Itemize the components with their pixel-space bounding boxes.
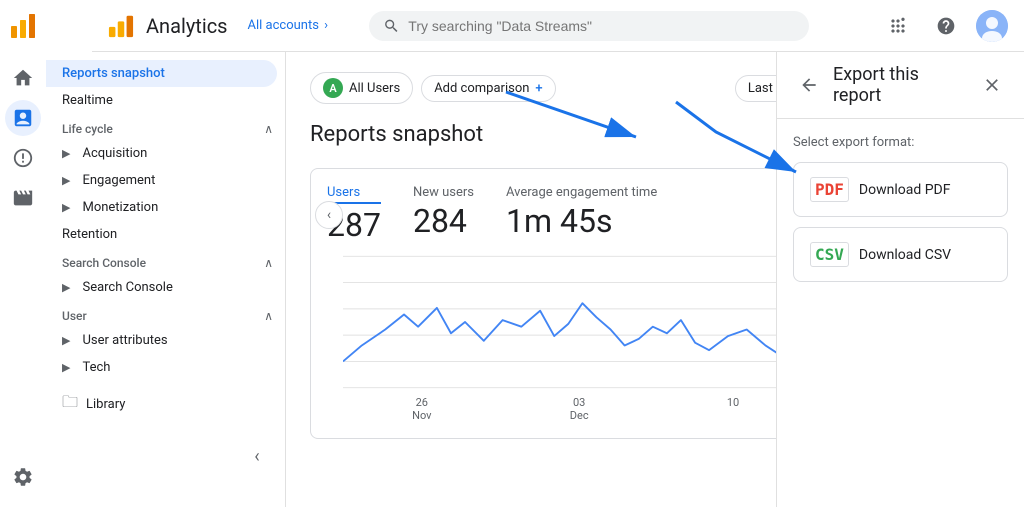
topbar: Analytics All accounts › bbox=[92, 0, 1024, 52]
arrow-icon: ▶ bbox=[62, 334, 70, 347]
plus-icon: + bbox=[535, 81, 542, 96]
export-title: Export this report bbox=[833, 64, 968, 106]
app-name: Analytics bbox=[146, 14, 228, 38]
pdf-icon: PDF bbox=[810, 177, 849, 202]
new-users-value: 284 bbox=[413, 202, 474, 240]
realtime-label: Realtime bbox=[62, 93, 113, 108]
search-bar[interactable] bbox=[369, 11, 809, 41]
main-wrap: A All Users Add comparison + Last 28 day… bbox=[286, 52, 1024, 507]
arrow-icon: ▶ bbox=[62, 147, 70, 160]
user-header[interactable]: User ∧ bbox=[46, 301, 285, 327]
arrow-icon: ▶ bbox=[62, 361, 70, 374]
arrow-icon: ▶ bbox=[62, 174, 70, 187]
arrow-icon: ▶ bbox=[62, 201, 70, 214]
home-nav-icon[interactable] bbox=[5, 60, 41, 96]
add-comparison-chip[interactable]: Add comparison + bbox=[421, 75, 555, 102]
lifecycle-header[interactable]: Life cycle ∧ bbox=[46, 114, 285, 140]
new-users-label[interactable]: New users bbox=[413, 185, 474, 200]
search-input[interactable] bbox=[408, 18, 795, 34]
sidebar: Reports snapshot Realtime Life cycle ∧ ▶… bbox=[46, 52, 286, 507]
accounts-link[interactable]: All accounts › bbox=[248, 18, 329, 33]
collapse-sidebar-button[interactable]: ‹ bbox=[241, 440, 273, 472]
content-wrap: Reports snapshot Realtime Life cycle ∧ ▶… bbox=[46, 52, 1024, 507]
all-users-chip[interactable]: A All Users bbox=[310, 72, 413, 104]
export-header: Export this report bbox=[777, 52, 1024, 119]
all-users-icon: A bbox=[323, 78, 343, 98]
sidebar-item-monetization[interactable]: ▶ Monetization bbox=[46, 194, 277, 221]
sidebar-item-library[interactable]: 🗀 Library bbox=[46, 385, 277, 424]
analytics-logo bbox=[108, 13, 134, 39]
export-close-button[interactable] bbox=[976, 69, 1008, 101]
icon-rail bbox=[0, 0, 46, 507]
grid-menu-button[interactable] bbox=[880, 8, 916, 44]
app-logo bbox=[9, 12, 37, 44]
sidebar-item-retention[interactable]: Retention bbox=[46, 221, 277, 248]
new-users-stat: New users 284 bbox=[413, 185, 474, 240]
avg-engagement-label[interactable]: Average engagement time bbox=[506, 185, 657, 200]
sidebar-item-tech[interactable]: ▶ Tech bbox=[46, 354, 277, 381]
folder-icon: 🗀 bbox=[62, 391, 78, 418]
line-chart bbox=[343, 252, 803, 392]
avg-engagement-value: 1m 45s bbox=[506, 202, 657, 240]
avg-engagement-stat: Average engagement time 1m 45s bbox=[506, 185, 657, 240]
reports-nav-icon[interactable] bbox=[5, 100, 41, 136]
arrow-icon: ▶ bbox=[62, 281, 70, 294]
search-console-header[interactable]: Search Console ∧ bbox=[46, 248, 285, 274]
sidebar-item-realtime[interactable]: Realtime bbox=[46, 87, 277, 114]
export-panel: Export this report Select export format:… bbox=[776, 52, 1024, 507]
search-icon bbox=[383, 17, 400, 35]
x-label-1: 03 Dec bbox=[570, 396, 589, 422]
sidebar-item-user-attributes[interactable]: ▶ User attributes bbox=[46, 327, 277, 354]
topbar-right bbox=[880, 8, 1008, 44]
sidebar-item-acquisition[interactable]: ▶ Acquisition bbox=[46, 140, 277, 167]
help-button[interactable] bbox=[928, 8, 964, 44]
download-csv-option[interactable]: CSV Download CSV bbox=[793, 227, 1008, 282]
advertising-nav-icon[interactable] bbox=[5, 180, 41, 216]
report-title: Reports snapshot bbox=[310, 122, 820, 147]
csv-icon: CSV bbox=[810, 242, 849, 267]
export-format-label: Select export format: bbox=[793, 135, 1008, 150]
x-label-2: 10 bbox=[727, 396, 739, 422]
x-label-0: 26 Nov bbox=[412, 396, 431, 422]
prev-arrow[interactable]: ‹ bbox=[315, 201, 343, 229]
export-body: Select export format: PDF Download PDF C… bbox=[777, 119, 1024, 308]
settings-nav-icon[interactable] bbox=[5, 459, 41, 495]
reports-snapshot-label: Reports snapshot bbox=[62, 66, 165, 81]
explore-nav-icon[interactable] bbox=[5, 140, 41, 176]
sidebar-item-engagement[interactable]: ▶ Engagement bbox=[46, 167, 277, 194]
sidebar-item-search-console[interactable]: ▶ Search Console bbox=[46, 274, 277, 301]
user-avatar[interactable] bbox=[976, 10, 1008, 42]
download-pdf-option[interactable]: PDF Download PDF bbox=[793, 162, 1008, 217]
export-back-button[interactable] bbox=[793, 69, 825, 101]
sidebar-item-reports-snapshot[interactable]: Reports snapshot bbox=[46, 60, 277, 87]
